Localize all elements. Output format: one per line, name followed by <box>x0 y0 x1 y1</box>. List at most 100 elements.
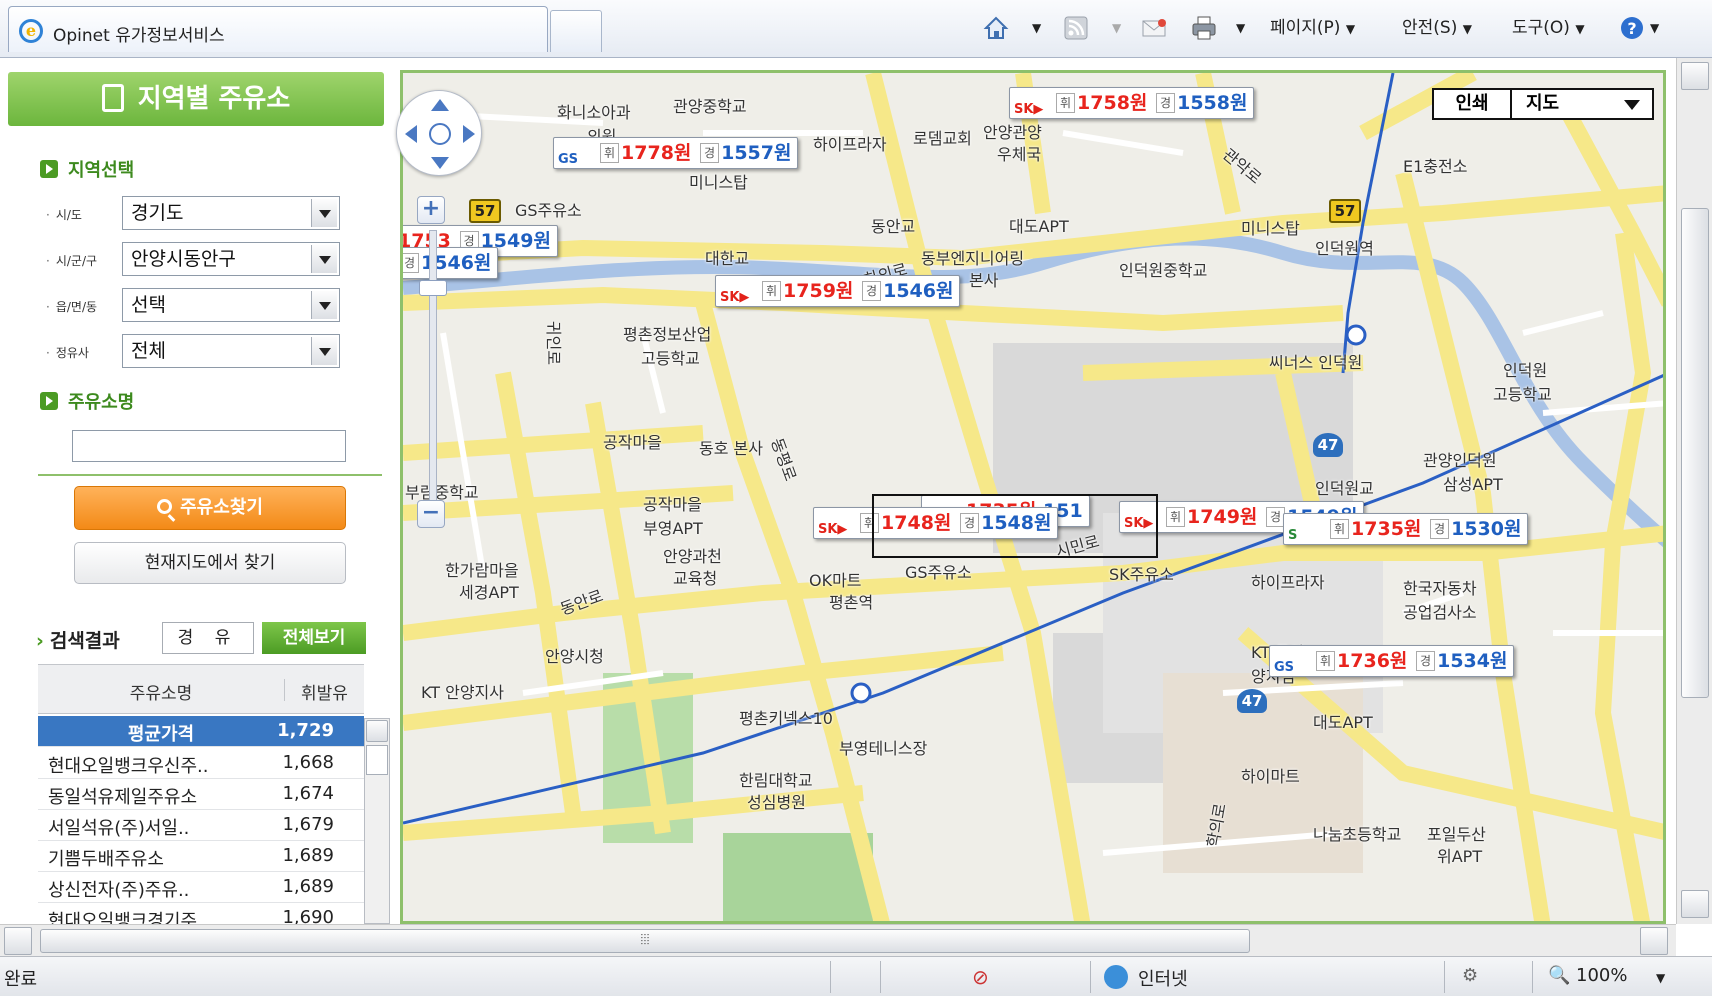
zoom-slider-knob[interactable] <box>419 280 447 296</box>
scroll-up-icon[interactable] <box>366 720 388 742</box>
browser-tab[interactable]: e Opinet 유가정보서비스 <box>8 6 548 52</box>
gasoline-price: 1778원 <box>621 142 692 164</box>
sk-logo-icon: SK▶ <box>1014 102 1044 117</box>
gasoline-key: 휘 <box>762 281 782 301</box>
column-header-gasoline[interactable]: 휘발유 <box>284 679 364 704</box>
map-view-selector[interactable]: 인쇄 지도 <box>1432 88 1654 120</box>
table-row[interactable]: 상신전자(주)주유.. 1,689 <box>38 872 364 903</box>
view-all-button[interactable]: 전체보기 <box>262 622 366 654</box>
table-row[interactable]: 현대오일뱅크경기주.. 1,690 <box>38 903 364 924</box>
diesel-key: 경 <box>1156 93 1176 113</box>
place-label: 로뎀교회 <box>913 129 972 148</box>
town-select[interactable]: 선택 <box>122 288 340 322</box>
print-icon[interactable] <box>1190 14 1218 42</box>
place-label: 포일두산 <box>1427 825 1486 844</box>
place-label: 고등학교 <box>1493 385 1552 404</box>
zoom-dropdown-icon[interactable]: ▼ <box>1656 971 1665 985</box>
place-label: 부영APT <box>643 519 703 538</box>
tools-menu[interactable]: 도구(O) ▼ <box>1512 10 1585 46</box>
chevron-down-icon[interactable] <box>1624 100 1640 110</box>
feeds-icon[interactable] <box>1062 14 1090 42</box>
region-section-title: 지역선택 <box>40 156 134 182</box>
help-icon[interactable]: ? <box>1618 14 1646 42</box>
place-label: 대한교 <box>705 249 750 268</box>
station-name-input[interactable] <box>72 430 346 462</box>
safety-menu[interactable]: 안전(S) ▼ <box>1402 10 1472 46</box>
diesel-filter-button[interactable]: 경 유 <box>162 622 254 654</box>
gasoline-key: 휘 <box>1330 519 1350 539</box>
table-row[interactable]: 현대오일뱅크우신주.. 1,668 <box>38 748 364 779</box>
place-label: SK주유소 <box>1109 565 1174 584</box>
gasoline-key: 휘 <box>600 143 620 163</box>
gasoline-price: 1735원 <box>1351 518 1422 540</box>
feeds-dropdown-icon[interactable]: ▼ <box>1112 14 1121 42</box>
province-label: 시/도 <box>46 206 82 223</box>
place-label: 평촌역 <box>829 593 874 612</box>
scroll-up-icon[interactable] <box>1681 62 1709 90</box>
station-price-badge[interactable]: S 휘 1735원 경 1530원 <box>1283 513 1529 545</box>
chevron-down-icon[interactable] <box>311 199 337 227</box>
scroll-down-icon[interactable] <box>1681 890 1709 918</box>
new-tab-button[interactable] <box>550 10 602 52</box>
diesel-key: 경 <box>403 253 420 273</box>
zoom-level[interactable]: 100% <box>1576 965 1627 986</box>
city-select[interactable]: 안양시동안구 <box>122 242 340 276</box>
place-label: 공업검사소 <box>1403 603 1477 622</box>
find-station-button[interactable]: 주유소찾기 <box>74 486 346 530</box>
station-price-badge[interactable]: GS 휘 1778원 경 1557원 <box>553 137 799 169</box>
zoom-in-button[interactable]: + <box>417 196 445 224</box>
mail-icon[interactable] <box>1140 14 1168 42</box>
chevron-down-icon[interactable] <box>311 337 337 365</box>
chevron-down-icon[interactable] <box>311 245 337 273</box>
page-menu[interactable]: 페이지(P) ▼ <box>1270 10 1355 46</box>
station-price-badge[interactable]: SK▶ 휘 1758원 경 1558원 <box>1009 87 1255 119</box>
refiner-label: 정유사 <box>46 344 89 361</box>
print-map-button[interactable]: 인쇄 <box>1434 90 1512 118</box>
find-in-map-button[interactable]: 현재지도에서 찾기 <box>74 542 346 584</box>
gas-pump-icon <box>101 84 124 112</box>
gasoline-key: 휘 <box>1056 93 1076 113</box>
pan-hand-icon[interactable] <box>397 91 483 177</box>
page-horizontal-scrollbar[interactable]: ⦙⦙⦙ <box>0 924 1676 956</box>
home-dropdown-icon[interactable]: ▼ <box>1032 14 1041 42</box>
column-header-name[interactable]: 주유소명 <box>38 679 284 704</box>
search-icon <box>157 499 173 514</box>
table-row[interactable]: 서일석유(주)서일.. 1,679 <box>38 810 364 841</box>
globe-icon <box>1104 965 1128 989</box>
table-row[interactable]: 동일석유제일주유소 1,674 <box>38 779 364 810</box>
place-label: 공작마을 <box>643 495 702 514</box>
place-label: 하이프라자 <box>1251 573 1325 592</box>
place-label: 한림대학교 <box>739 771 813 790</box>
zoom-slider-track[interactable] <box>429 230 437 510</box>
scroll-thumb[interactable] <box>1681 208 1709 698</box>
gasoline-key: 휘 <box>1166 507 1186 527</box>
zoom-icon[interactable]: 🔍 <box>1548 965 1570 986</box>
help-dropdown-icon[interactable]: ▼ <box>1650 14 1659 42</box>
scroll-thumb[interactable]: ⦙⦙⦙ <box>40 929 1250 953</box>
map-type-select[interactable]: 지도 <box>1526 90 1559 118</box>
station-price-badge[interactable]: 경 1546원 <box>403 247 499 279</box>
scroll-thumb[interactable] <box>366 745 388 775</box>
protected-mode-icon[interactable]: ⚙ <box>1462 965 1478 986</box>
page-vertical-scrollbar[interactable] <box>1676 58 1712 924</box>
station-price-badge[interactable]: SK▶ 휘 1759원 경 1546원 <box>715 275 961 307</box>
print-dropdown-icon[interactable]: ▼ <box>1236 14 1245 42</box>
table-row[interactable]: 기쁨두배주유소 1,689 <box>38 841 364 872</box>
refiner-select[interactable]: 전체 <box>122 334 340 368</box>
zoom-out-button[interactable]: − <box>417 500 445 528</box>
place-label: 미니스탑 <box>1241 219 1300 238</box>
gs-logo-icon: GS <box>558 152 579 167</box>
station-price-badge[interactable]: GS 휘 1736원 경 1534원 <box>1269 645 1515 677</box>
privacy-icon[interactable]: ⊘ <box>972 965 989 989</box>
province-select[interactable]: 경기도 <box>122 196 340 230</box>
home-icon[interactable] <box>982 14 1010 42</box>
pan-control[interactable] <box>396 90 482 176</box>
chevron-down-icon[interactable] <box>311 291 337 319</box>
arrow-box-icon <box>40 392 58 410</box>
gasoline-price: 1749원 <box>1187 506 1258 528</box>
place-label: 공작마을 <box>603 433 662 452</box>
scroll-right-icon[interactable] <box>1640 927 1668 955</box>
results-scrollbar[interactable] <box>364 718 390 924</box>
sidebar-header: 지역별 주유소 <box>8 72 384 126</box>
scroll-left-icon[interactable] <box>4 927 32 955</box>
